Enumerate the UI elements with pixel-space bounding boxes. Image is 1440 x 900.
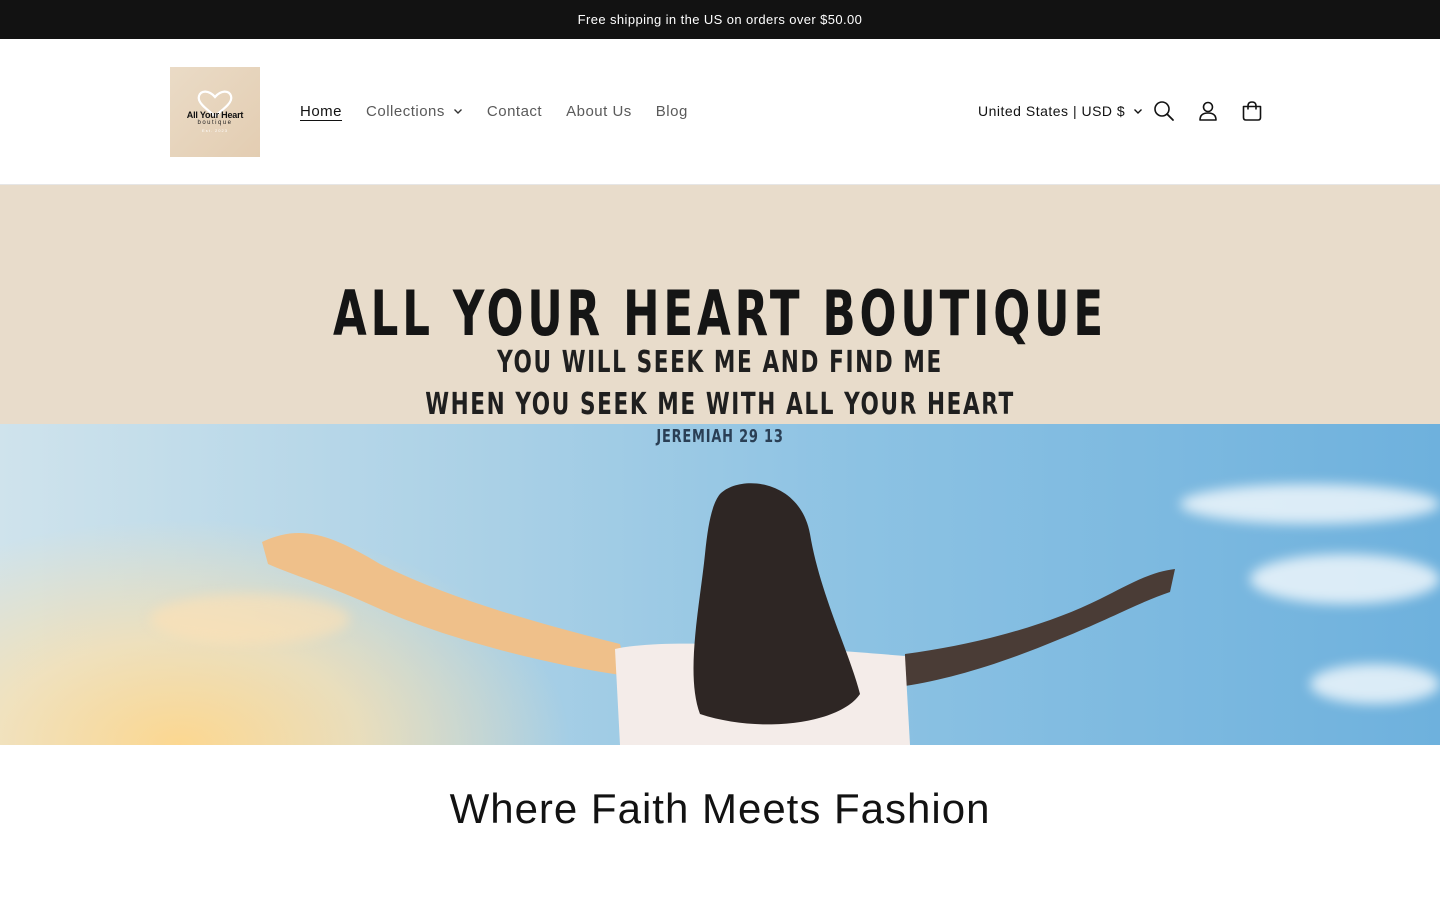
nav-about-us-label: About Us [566,102,632,120]
hero-banner[interactable]: ALL YOUR HEART BOUTIQUE YOU WILL SEEK ME… [0,185,1440,745]
hero-verse-line1: YOU WILL SEEK ME AND FIND ME [497,345,943,380]
nav-about-us[interactable]: About Us [554,103,644,120]
hero-title: ALL YOUR HEART BOUTIQUE [332,277,1107,350]
account-button[interactable] [1194,97,1222,125]
logo-title: All Your Heart [186,110,244,120]
search-button[interactable] [1150,97,1178,125]
store-logo[interactable]: All Your Heart boutique Est. 2023 [170,67,260,157]
nav-contact-label: Contact [486,102,543,120]
nav-blog[interactable]: Blog [644,103,700,120]
hero-sky-image [0,424,1440,745]
nav-collections[interactable]: Collections [354,103,475,120]
nav-collections-label: Collections [366,102,445,120]
woman-silhouette-image [262,483,1175,745]
announcement-bar: Free shipping in the US on orders over $… [0,0,1440,39]
nav-blog-label: Blog [655,102,688,120]
hero-verse-reference: JEREMIAH 29 13 [656,426,784,447]
site-header: All Your Heart boutique Est. 2023 Home C… [0,39,1440,185]
logo-subtitle: boutique [197,120,233,126]
nav-home-label: Home [300,102,343,120]
section-heading: Where Faith Meets Fashion [449,785,991,832]
country-currency-label: United States | USD $ [978,103,1126,119]
chevron-down-icon [1134,109,1143,114]
country-currency-selector[interactable]: United States | USD $ [978,99,1143,123]
nav-contact[interactable]: Contact [475,103,554,120]
cart-button[interactable] [1238,97,1266,125]
hero-verse-line2: WHEN YOU SEEK ME WITH ALL YOUR HEART [425,387,1015,422]
chevron-down-icon [453,109,462,114]
nav-home[interactable]: Home [288,103,354,120]
main-nav: Home Collections Contact About Us Blog [288,99,700,123]
cart-icon [1242,101,1262,121]
search-icon [1154,101,1174,121]
account-icon [1199,101,1217,121]
logo-est: Est. 2023 [202,128,228,133]
announcement-text: Free shipping in the US on orders over $… [577,12,863,27]
